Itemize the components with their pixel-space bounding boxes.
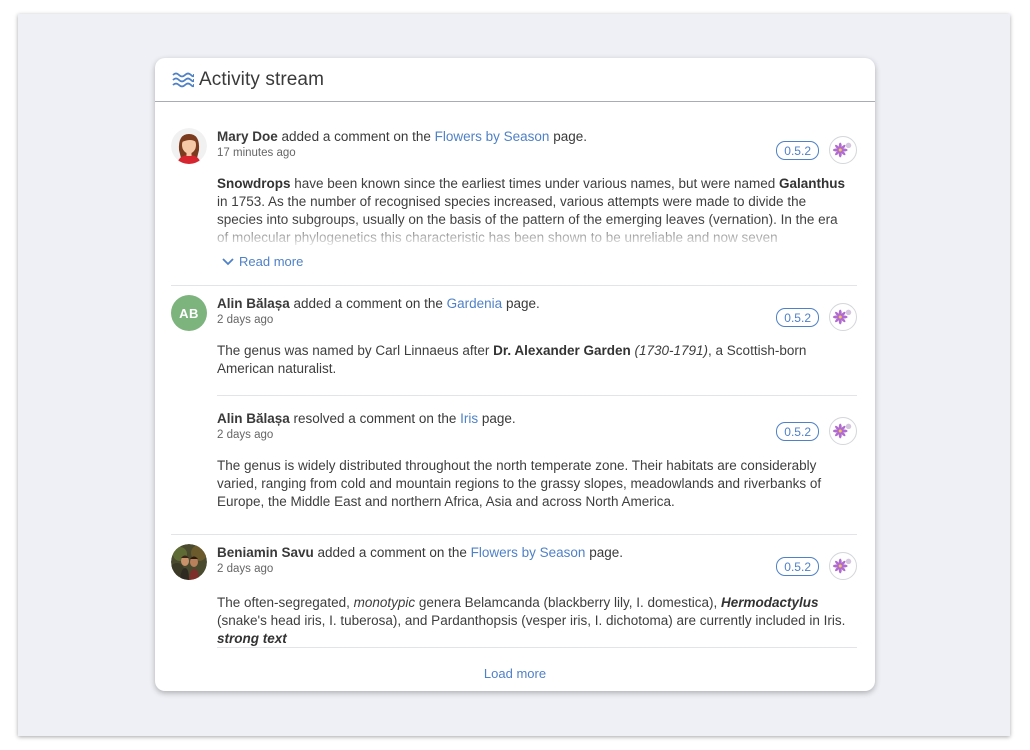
load-more-button[interactable]: Load more	[155, 666, 875, 681]
panel-header: Activity stream	[155, 58, 875, 102]
entry-header: Beniamin Savu added a comment on the Flo…	[217, 544, 777, 575]
flower-app-icon[interactable]	[829, 303, 857, 331]
bold-text: Dr. Alexander Garden	[493, 343, 631, 358]
italic-text: monotypic	[353, 595, 416, 610]
bold-text: Galanthus	[779, 176, 846, 191]
entry-badges: 0.5.2	[776, 417, 857, 445]
chevron-down-icon	[222, 257, 234, 265]
activity-entry: Beniamin Savu added a comment on the Flo…	[171, 544, 857, 646]
flower-icon	[832, 309, 852, 325]
entry-badges: 0.5.2	[776, 136, 857, 164]
body-text: in 1753. As the number of recognised spe…	[217, 194, 838, 245]
entry-badges: 0.5.2	[776, 552, 857, 580]
entry-headline: Alin Bălașa added a comment on the Garde…	[217, 295, 777, 313]
avatar[interactable]: AB	[171, 295, 207, 331]
page-background: Activity stream Mary Doe added a comment…	[18, 14, 1010, 736]
entry-header: Alin Bălașa added a comment on the Garde…	[217, 295, 777, 326]
read-more-link[interactable]: Read more	[222, 254, 303, 269]
timestamp: 2 days ago	[217, 314, 274, 326]
timestamp: 2 days ago	[217, 429, 274, 441]
suffix-text: page.	[549, 129, 587, 144]
activity-entry: Mary Doe added a comment on the Flowers …	[171, 128, 857, 286]
flower-app-icon[interactable]	[829, 136, 857, 164]
timestamp: 2 days ago	[217, 563, 274, 575]
suffix-text: page.	[502, 296, 540, 311]
version-badge[interactable]: 0.5.2	[776, 421, 819, 441]
bold-text: Snowdrops	[217, 176, 291, 191]
flower-icon	[832, 142, 852, 158]
version-badge[interactable]: 0.5.2	[776, 140, 819, 160]
entry-badges: 0.5.2	[776, 303, 857, 331]
flower-app-icon[interactable]	[829, 552, 857, 580]
entry-header: Mary Doe added a comment on the Flowers …	[217, 128, 777, 159]
read-more-label: Read more	[239, 254, 304, 269]
author-name[interactable]: Alin Bălașa	[217, 296, 290, 311]
comment-body: Snowdrops have been known since the earl…	[217, 175, 847, 247]
timestamp: 17 minutes ago	[217, 147, 296, 159]
avatar[interactable]	[171, 544, 207, 580]
flower-icon	[832, 558, 852, 574]
page-link[interactable]: Flowers by Season	[471, 545, 586, 560]
user-avatar-icon	[171, 544, 207, 580]
page-link[interactable]: Iris	[460, 411, 478, 426]
bold-italic-text: Hermodactylus	[721, 595, 819, 610]
body-text: genera Belamcanda (blackberry lily, I. d…	[415, 595, 722, 610]
avatar[interactable]	[171, 128, 207, 164]
page-link[interactable]: Flowers by Season	[435, 129, 550, 144]
body-text: (snake's head iris, I. tuberosa), and Pa…	[217, 613, 846, 628]
activity-entry: AB Alin Bălașa added a comment on the Ga…	[171, 295, 857, 535]
body-text: have been known since the earliest times…	[290, 176, 780, 191]
entry-header: Alin Bălașa resolved a comment on the Ir…	[217, 410, 777, 441]
user-avatar-icon	[171, 128, 207, 164]
suffix-text: page.	[585, 545, 623, 560]
comment-body: The genus was named by Carl Linnaeus aft…	[217, 342, 847, 378]
comment-body: The genus is widely distributed througho…	[217, 457, 847, 511]
action-text: resolved a comment on the	[289, 411, 461, 426]
suffix-text: page.	[478, 411, 516, 426]
divider	[217, 395, 857, 396]
italic-text: (1730-1791)	[630, 343, 709, 358]
page-link[interactable]: Gardenia	[447, 296, 503, 311]
activity-stream-panel: Activity stream Mary Doe added a comment…	[155, 58, 875, 691]
action-text: added a comment on the	[277, 129, 435, 144]
comment-body: The often-segregated, monotypic genera B…	[217, 594, 847, 648]
divider	[217, 647, 857, 648]
entry-headline: Alin Bălașa resolved a comment on the Ir…	[217, 410, 777, 428]
author-name[interactable]: Mary Doe	[217, 129, 278, 144]
body-text: The often-segregated,	[217, 595, 354, 610]
flower-icon	[832, 423, 852, 439]
author-name[interactable]: Alin Bălașa	[217, 411, 290, 426]
panel-title: Activity stream	[199, 68, 325, 90]
waves-icon	[172, 72, 194, 87]
version-badge[interactable]: 0.5.2	[776, 556, 819, 576]
bold-italic-text: strong text	[217, 631, 287, 646]
action-text: added a comment on the	[313, 545, 471, 560]
author-name[interactable]: Beniamin Savu	[217, 545, 314, 560]
body-text: The genus was named by Carl Linnaeus aft…	[217, 343, 494, 358]
flower-app-icon[interactable]	[829, 417, 857, 445]
entry-headline: Mary Doe added a comment on the Flowers …	[217, 128, 777, 146]
version-badge[interactable]: 0.5.2	[776, 307, 819, 327]
entry-headline: Beniamin Savu added a comment on the Flo…	[217, 544, 777, 562]
body-text: The genus is widely distributed througho…	[217, 458, 822, 509]
action-text: added a comment on the	[289, 296, 447, 311]
